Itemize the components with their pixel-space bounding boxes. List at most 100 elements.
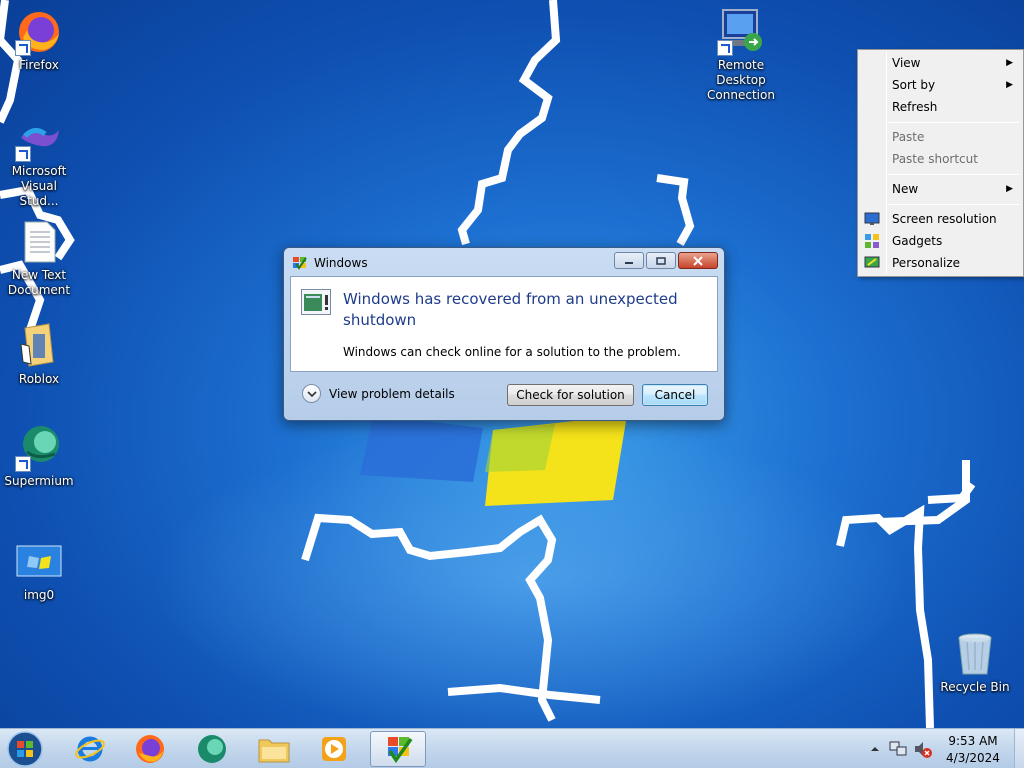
minimize-icon	[625, 261, 633, 264]
image-file-icon	[15, 538, 63, 586]
maximize-icon	[656, 256, 666, 265]
supermium-icon	[15, 424, 63, 472]
check-for-solution-button[interactable]: Check for solution	[507, 384, 634, 406]
internet-explorer-icon	[75, 736, 105, 762]
taskbar-supermium[interactable]	[184, 731, 240, 767]
desktop-icon-label: Recycle Bin	[940, 680, 1010, 694]
monitor-icon	[864, 212, 880, 225]
desktop-context-menu: View ▶ Sort by ▶ Refresh Paste Paste sho…	[857, 49, 1024, 277]
menu-item-label: Paste	[892, 130, 925, 144]
dialog-message: Windows can check online for a solution …	[343, 345, 681, 359]
window-error-icon	[301, 289, 331, 315]
menu-item-label: Gadgets	[892, 234, 943, 248]
menu-item-new[interactable]: New ▶	[860, 178, 1021, 200]
desktop-icon-remote-desktop[interactable]: Remote Desktop Connection	[702, 8, 780, 103]
menu-item-paste[interactable]: Paste	[860, 126, 1021, 148]
submenu-arrow-icon: ▶	[1006, 80, 1013, 90]
tray-volume[interactable]	[913, 739, 933, 759]
shortcut-arrow-icon	[15, 456, 31, 472]
gadgets-icon	[865, 234, 879, 248]
volume-muted-icon	[915, 742, 932, 758]
shortcut-arrow-icon	[15, 40, 31, 56]
taskbar-clock[interactable]: 9:53 AM 4/3/2024	[933, 733, 1013, 767]
dialog-heading: Windows has recovered from an unexpected…	[343, 290, 678, 329]
desktop-icon-visual-studio[interactable]: Microsoft Visual Stud...	[0, 114, 78, 209]
menu-item-paste-shortcut[interactable]: Paste shortcut	[860, 148, 1021, 170]
recycle-bin-icon	[951, 630, 999, 678]
start-button[interactable]	[5, 730, 45, 768]
dialog-title: Windows	[314, 256, 368, 270]
cancel-button[interactable]: Cancel	[642, 384, 708, 406]
text-document-icon	[15, 218, 63, 266]
chevron-up-icon	[871, 747, 879, 751]
menu-item-personalize[interactable]: Personalize	[860, 252, 1021, 274]
taskbar-action-center-app[interactable]	[370, 731, 426, 767]
desktop-icon-label: img0	[23, 588, 55, 602]
taskbar-internet-explorer[interactable]	[62, 731, 118, 767]
details-label: View problem details	[329, 386, 455, 401]
menu-item-label: Refresh	[892, 100, 938, 114]
close-icon	[693, 255, 703, 266]
windows-flag-check-icon	[293, 257, 307, 270]
menu-item-label: Paste shortcut	[892, 152, 978, 166]
close-button[interactable]	[678, 252, 718, 269]
folder-icon	[15, 322, 63, 370]
menu-item-view[interactable]: View ▶	[860, 52, 1021, 74]
menu-item-label: Screen resolution	[892, 212, 997, 226]
dialog-footer: View problem details Check for solution …	[290, 372, 718, 414]
visual-studio-icon	[15, 114, 63, 162]
remote-desktop-icon	[717, 8, 765, 56]
menu-item-label: New	[892, 182, 919, 196]
windows-flag-check-icon	[388, 737, 413, 764]
desktop-icon-label: Remote Desktop Connection	[707, 58, 775, 102]
network-icon	[889, 741, 907, 756]
desktop-icon-recycle-bin[interactable]: Recycle Bin	[936, 630, 1014, 695]
menu-separator	[888, 204, 1019, 205]
menu-item-sort-by[interactable]: Sort by ▶	[860, 74, 1021, 96]
media-player-icon	[322, 737, 346, 761]
desktop-icon-supermium[interactable]: Supermium	[0, 424, 78, 489]
menu-item-screen-resolution[interactable]: Screen resolution	[860, 208, 1021, 230]
desktop-icon-label: New Text Document	[7, 268, 71, 297]
chevron-down-icon	[302, 384, 321, 403]
view-problem-details[interactable]: View problem details	[302, 384, 455, 403]
personalize-icon	[864, 256, 880, 268]
tray-network[interactable]	[889, 739, 907, 759]
submenu-arrow-icon: ▶	[1006, 58, 1013, 68]
submenu-arrow-icon: ▶	[1006, 184, 1013, 194]
maximize-button[interactable]	[646, 252, 676, 269]
taskbar-media-player[interactable]	[306, 731, 362, 767]
firefox-icon	[136, 735, 164, 763]
folder-icon	[258, 739, 290, 763]
menu-item-label: View	[892, 56, 921, 70]
desktop-icon-new-text-document[interactable]: New Text Document	[0, 218, 78, 298]
recovery-dialog: Windows Windows has recovered from an un…	[283, 247, 725, 421]
dialog-content: Windows has recovered from an unexpected…	[290, 276, 718, 372]
desktop-icon-label: Firefox	[19, 58, 59, 72]
desktop-icon-label: Roblox	[18, 372, 60, 386]
minimize-button[interactable]	[614, 252, 644, 269]
taskbar: 9:53 AM 4/3/2024	[0, 728, 1024, 768]
desktop-icon-roblox[interactable]: Roblox	[0, 322, 78, 387]
show-hidden-icons-button[interactable]	[868, 741, 882, 757]
show-desktop-button[interactable]	[1014, 729, 1024, 768]
desktop-icon-label: Microsoft Visual Stud...	[11, 164, 67, 208]
dialog-titlebar[interactable]: Windows	[292, 252, 368, 274]
windows-orb-icon	[7, 731, 43, 767]
desktop-icon-img0[interactable]: img0	[0, 538, 78, 603]
desktop-icon-firefox[interactable]: Firefox	[0, 8, 78, 73]
menu-item-label: Sort by	[892, 78, 936, 92]
taskbar-firefox[interactable]	[122, 731, 178, 767]
menu-item-refresh[interactable]: Refresh	[860, 96, 1021, 118]
clock-time: 9:53 AM	[948, 734, 998, 748]
windows-logo-wallpaper	[360, 415, 627, 506]
firefox-icon	[15, 8, 63, 56]
menu-item-label: Personalize	[892, 256, 961, 270]
menu-separator	[888, 174, 1019, 175]
taskbar-file-explorer[interactable]	[246, 731, 302, 767]
clock-date: 4/3/2024	[946, 751, 1000, 765]
supermium-icon	[198, 735, 226, 763]
desktop-icon-label: Supermium	[4, 474, 74, 488]
menu-item-gadgets[interactable]: Gadgets	[860, 230, 1021, 252]
menu-separator	[888, 122, 1019, 123]
